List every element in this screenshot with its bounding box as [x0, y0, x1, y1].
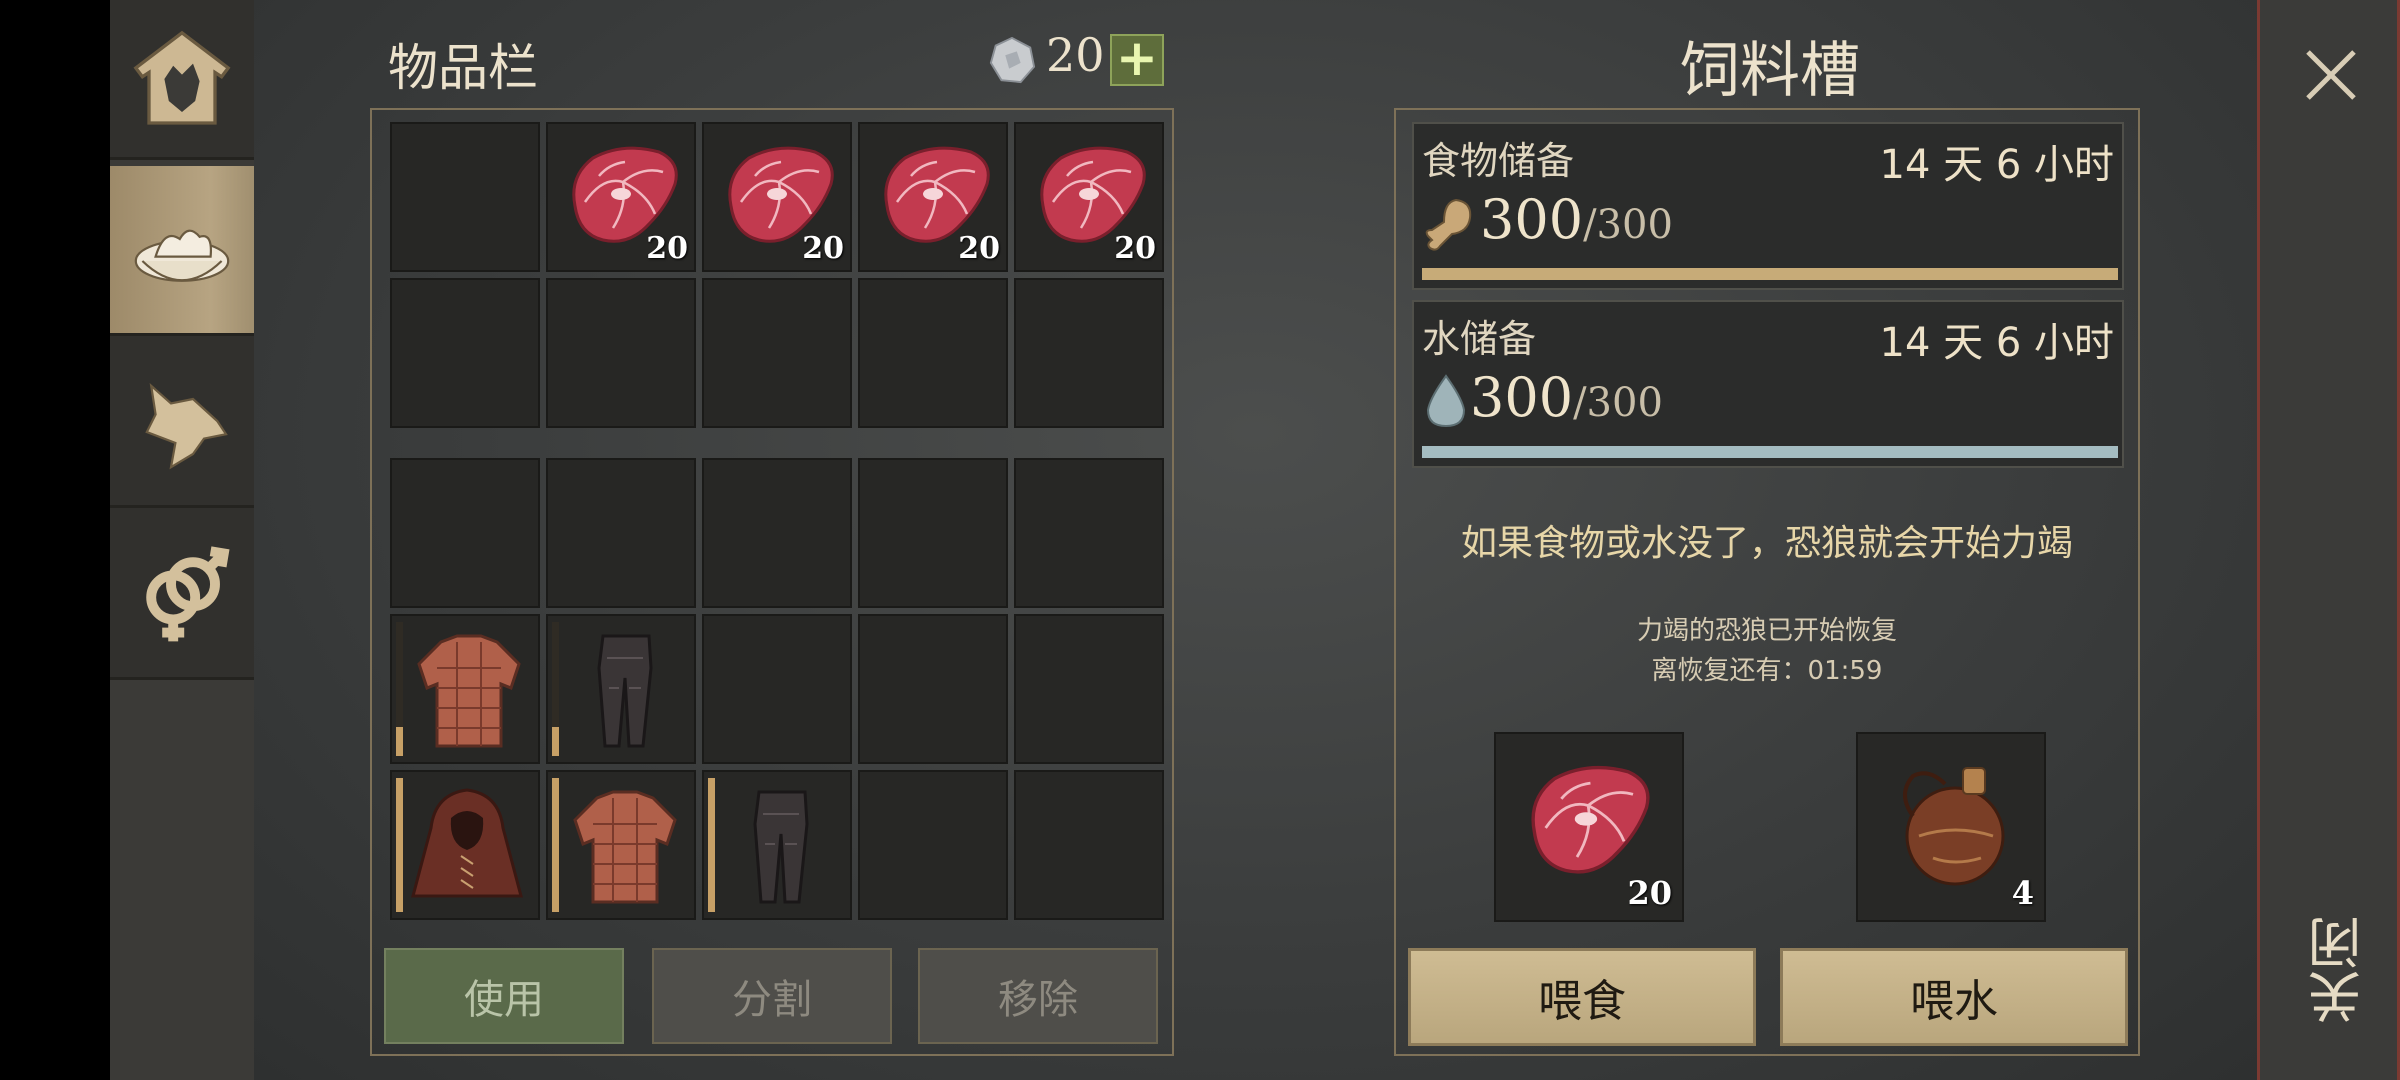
- water-flask-icon: [1903, 767, 2005, 886]
- water-button[interactable]: 喂水: [1780, 948, 2128, 1046]
- inventory-slot[interactable]: [1014, 278, 1164, 428]
- meat-leg-icon: [1425, 198, 1472, 251]
- durability-bar: [396, 778, 403, 912]
- food-reserve-label: 食物储备: [1422, 139, 1575, 183]
- durability-bar: [552, 778, 559, 912]
- inventory-slot[interactable]: [390, 770, 540, 920]
- wolf-house-icon: [133, 30, 231, 125]
- item-count: 20: [1114, 231, 1156, 266]
- starvation-warning: 如果食物或水没了，恐狼就会开始力竭: [1460, 523, 2073, 564]
- inventory-slot[interactable]: [390, 278, 540, 428]
- item-count: 4: [2011, 874, 2034, 912]
- inventory-slot[interactable]: [1014, 458, 1164, 608]
- inventory-slot[interactable]: [858, 278, 1008, 428]
- pants-icon: [597, 634, 653, 748]
- wolf-head-icon: [145, 382, 228, 469]
- water-reserve-label: 水储备: [1422, 317, 1537, 361]
- inventory-slot[interactable]: [1014, 614, 1164, 764]
- inventory-slot[interactable]: [390, 122, 540, 272]
- screen-edge: [0, 0, 110, 1080]
- hooded-cloak-icon: [411, 788, 523, 898]
- inventory-slot[interactable]: [390, 614, 540, 764]
- inventory-slot[interactable]: [702, 614, 852, 764]
- inventory-slot[interactable]: 20: [1014, 122, 1164, 272]
- inventory-slot[interactable]: [546, 614, 696, 764]
- pants-icon: [753, 790, 809, 904]
- remove-button[interactable]: 移除: [918, 948, 1158, 1044]
- inventory-slot[interactable]: [546, 770, 696, 920]
- inventory-slot[interactable]: [390, 458, 540, 608]
- add-currency-button[interactable]: +: [1110, 33, 1164, 86]
- inventory-slot[interactable]: [858, 458, 1008, 608]
- gender-icon: [146, 545, 230, 641]
- inventory-slot[interactable]: 20: [702, 122, 852, 272]
- food-reserve-panel: 食物储备 14 天 6 小时 300/300: [1412, 122, 2124, 290]
- close-label[interactable]: 关闭: [2300, 916, 2371, 1024]
- currency-count: 20: [1046, 28, 1105, 82]
- tab-feeding[interactable]: [110, 166, 254, 336]
- durability-bar: [708, 778, 715, 912]
- inventory-slot[interactable]: [702, 278, 852, 428]
- inventory-slot[interactable]: [858, 614, 1008, 764]
- close-icon[interactable]: [2296, 40, 2366, 110]
- water-reserve-panel: 水储备 14 天 6 小时 300/300: [1412, 300, 2124, 468]
- recovery-timer: 离恢复还有：01:59: [1651, 656, 1883, 686]
- water-reserve-time: 14 天 6 小时: [1879, 320, 2115, 366]
- inventory-title: 物品栏: [388, 39, 538, 97]
- food-reserve-bar: [1422, 268, 2118, 280]
- food-reserve-time: 14 天 6 小时: [1879, 142, 2115, 188]
- item-count: 20: [1627, 874, 1672, 912]
- tab-breeding[interactable]: [110, 508, 254, 680]
- food-reserve-value: 300/300: [1480, 188, 1673, 251]
- inventory-slot[interactable]: [1014, 770, 1164, 920]
- inventory-slot[interactable]: [546, 278, 696, 428]
- food-feed-slot[interactable]: 20: [1494, 732, 1684, 922]
- use-button[interactable]: 使用: [384, 948, 624, 1044]
- close-panel[interactable]: 关闭: [2257, 0, 2400, 1080]
- trough-title: 饲料槽: [1680, 36, 1860, 106]
- side-nav: [110, 0, 254, 1080]
- item-count: 20: [646, 231, 688, 266]
- durability-bar: [396, 622, 403, 756]
- item-count: 20: [802, 231, 844, 266]
- water-reserve-bar: [1422, 446, 2118, 458]
- raw-meat-icon: [1531, 765, 1650, 874]
- split-button[interactable]: 分割: [652, 948, 892, 1044]
- inventory-slot[interactable]: [702, 770, 852, 920]
- feed-button[interactable]: 喂食: [1408, 948, 1756, 1046]
- silver-coin-icon: [989, 36, 1036, 84]
- water-reserve-value: 300/300: [1470, 366, 1663, 429]
- inventory-slot[interactable]: [858, 770, 1008, 920]
- inventory-slot[interactable]: [702, 458, 852, 608]
- inventory-slot[interactable]: [546, 458, 696, 608]
- food-bowl-icon: [134, 229, 230, 282]
- padded-shirt-icon: [573, 790, 677, 904]
- padded-shirt-icon: [417, 634, 521, 748]
- tab-wolf[interactable]: [110, 336, 254, 508]
- recovery-status: 力竭的恐狼已开始恢复: [1636, 616, 1897, 646]
- water-feed-slot[interactable]: 4: [1856, 732, 2046, 922]
- tab-home[interactable]: [110, 0, 254, 160]
- item-count: 20: [958, 231, 1000, 266]
- inventory-slot[interactable]: 20: [858, 122, 1008, 272]
- durability-bar: [552, 622, 559, 756]
- water-drop-icon: [1426, 374, 1466, 428]
- inventory-slot[interactable]: 20: [546, 122, 696, 272]
